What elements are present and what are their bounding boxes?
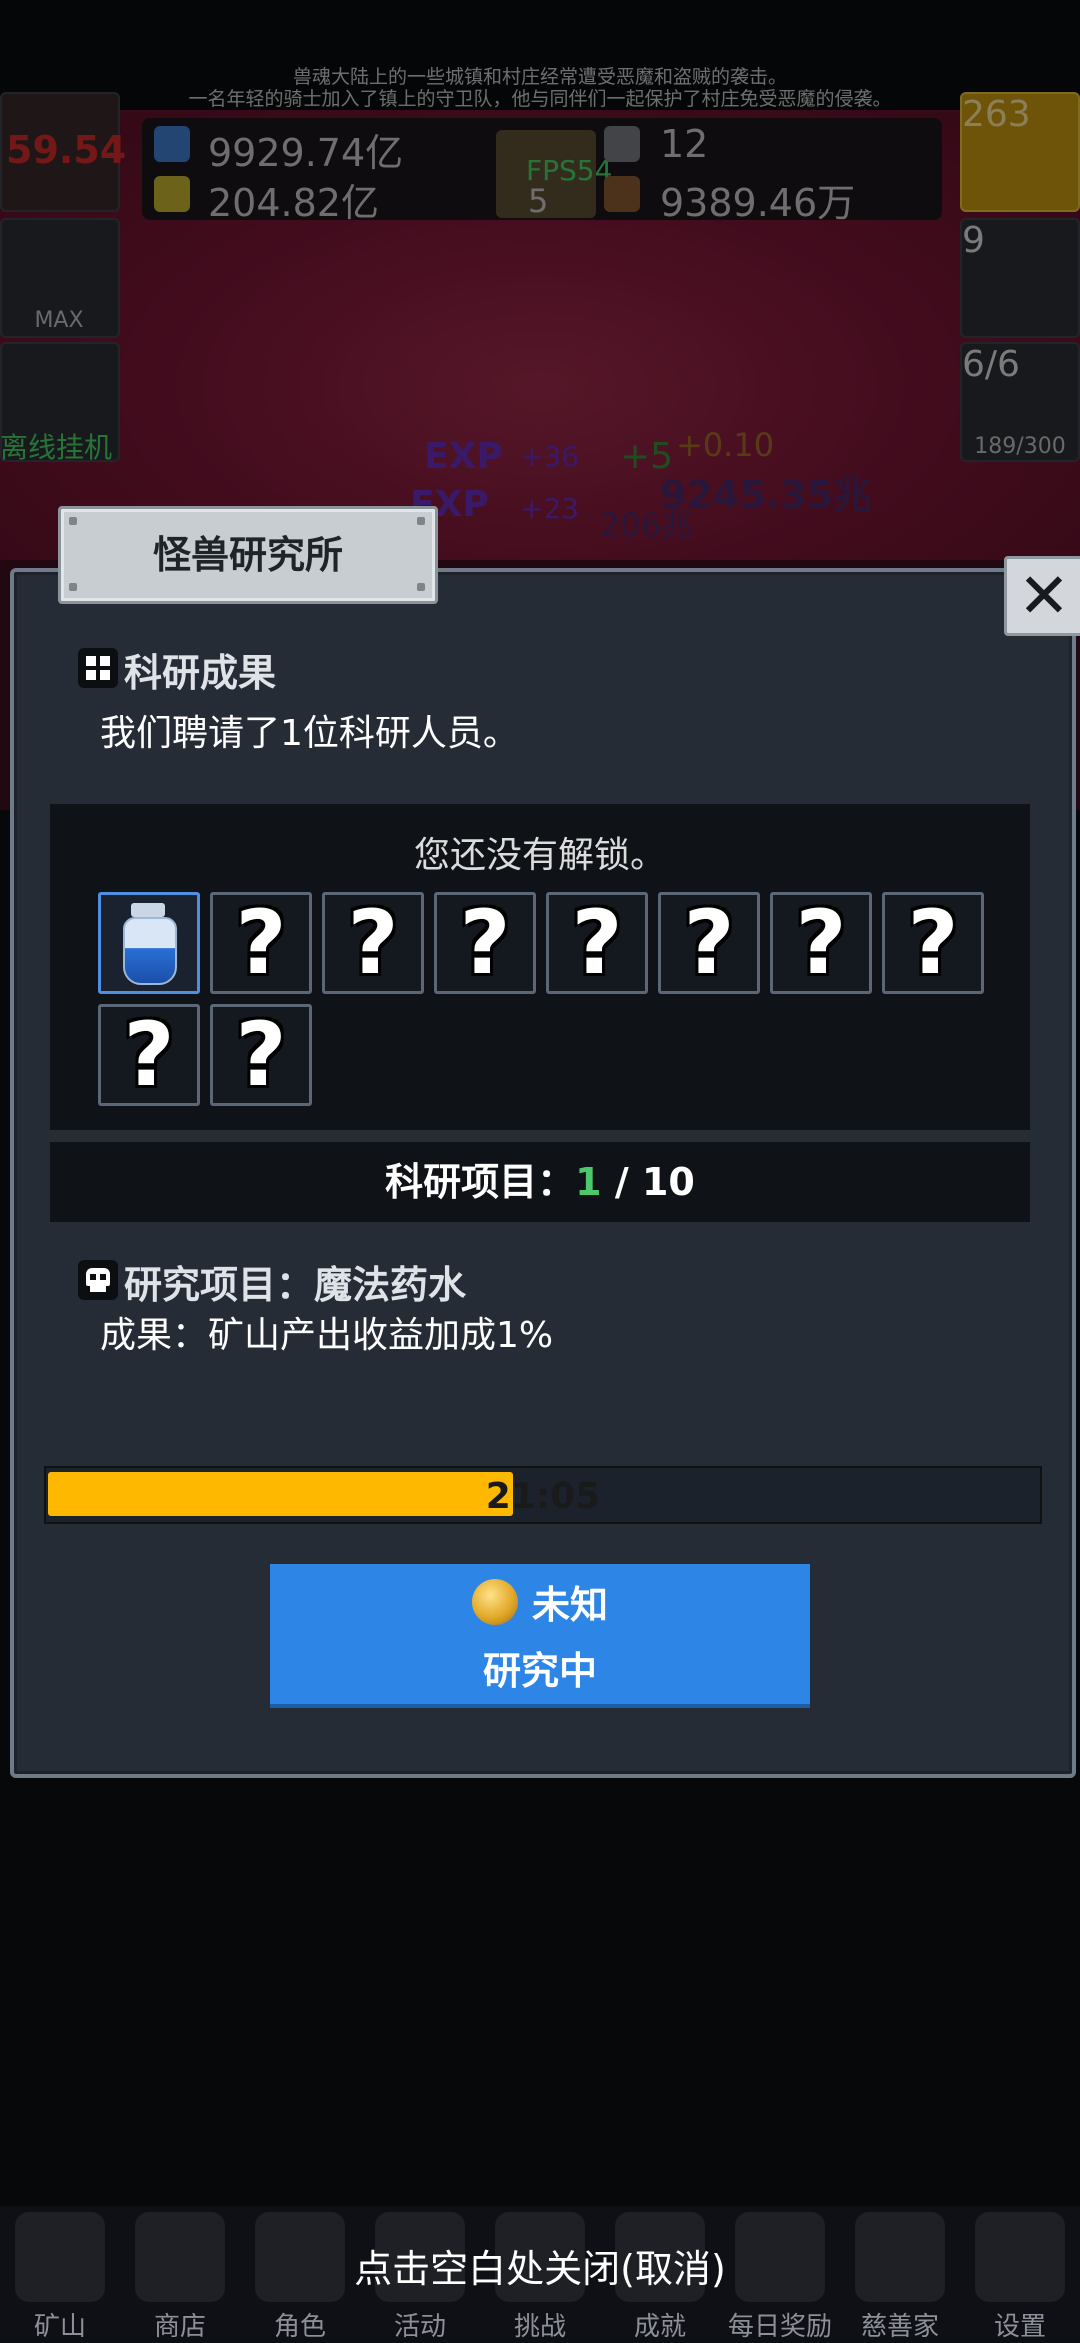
research-slot-8[interactable]: ? — [882, 892, 984, 994]
research-button[interactable]: 未知 研究中 — [270, 1564, 810, 1708]
cost-label: 未知 — [531, 1583, 608, 1627]
nav-label: 设置 — [993, 2312, 1046, 2342]
result-header: 科研成果 — [124, 651, 277, 695]
project-count-label: 科研项目： — [385, 1160, 576, 1204]
research-progress-bar: 21:05 — [44, 1466, 1042, 1524]
research-slot-9[interactable]: ? — [98, 1004, 200, 1106]
blue-potion-icon — [123, 917, 177, 985]
rivet — [417, 517, 425, 525]
question-mark-icon: ? — [347, 891, 399, 994]
research-slot-1[interactable] — [98, 892, 200, 994]
research-slot-3[interactable]: ? — [322, 892, 424, 994]
research-slot-2[interactable]: ? — [210, 892, 312, 994]
question-mark-icon: ? — [235, 891, 287, 994]
research-slot-6[interactable]: ? — [658, 892, 760, 994]
cost-row: 未知 — [270, 1574, 810, 1634]
research-slot-5[interactable]: ? — [546, 892, 648, 994]
nav-label: 挑战 — [513, 2312, 566, 2342]
skull-jaw — [90, 1286, 106, 1292]
skull-eye — [100, 1274, 106, 1280]
result-text: 我们聘请了1位科研人员。 — [100, 713, 519, 754]
nav-label: 活动 — [393, 2312, 446, 2342]
rivet — [417, 583, 425, 591]
potion-cork — [131, 903, 165, 917]
research-grid-panel: 您还没有解锁。 ? ? ? ? ? ? ? ? ? — [50, 804, 1030, 1130]
question-mark-icon: ? — [795, 891, 847, 994]
dialog-title: 怪兽研究所 — [152, 533, 343, 577]
grid-icon-cell — [100, 656, 110, 666]
question-mark-icon: ? — [683, 891, 735, 994]
nav-label: 每日奖励 — [727, 2312, 832, 2342]
question-mark-icon: ? — [571, 891, 623, 994]
grid-icon-cell — [100, 670, 110, 680]
research-slot-7[interactable]: ? — [770, 892, 872, 994]
nav-label: 角色 — [273, 2312, 326, 2342]
project-count-separator: / — [601, 1160, 642, 1204]
question-mark-icon: ? — [123, 1003, 175, 1106]
project-header: 研究项目：魔法药水 — [124, 1263, 467, 1307]
project-count: 科研项目：1 / 10 — [50, 1142, 1030, 1222]
research-button-label: 研究中 — [482, 1649, 597, 1693]
research-slot-10[interactable]: ? — [210, 1004, 312, 1106]
skull-icon — [78, 1260, 118, 1300]
research-timer: 21:05 — [485, 1476, 601, 1517]
coin-icon — [471, 1578, 518, 1625]
question-mark-icon: ? — [459, 891, 511, 994]
project-count-done: 1 — [575, 1160, 602, 1204]
nav-label: 成就 — [633, 2312, 686, 2342]
question-mark-icon: ? — [907, 891, 959, 994]
question-mark-icon: ? — [235, 1003, 287, 1106]
nav-label: 商店 — [153, 2312, 206, 2342]
close-button[interactable]: ✕ — [1004, 556, 1080, 636]
project-effect: 成果：矿山产出收益加成1% — [100, 1315, 554, 1356]
close-hint[interactable]: 点击空白处关闭(取消) — [0, 2238, 1080, 2293]
locked-status: 您还没有解锁。 — [413, 835, 666, 876]
rivet — [69, 583, 77, 591]
project-count-total: 10 — [641, 1160, 695, 1204]
close-icon: ✕ — [1018, 559, 1070, 632]
skull-eye — [90, 1274, 96, 1280]
grid-icon-cell — [86, 656, 96, 666]
nav-label: 慈善家 — [860, 2312, 939, 2342]
research-slot-4[interactable]: ? — [434, 892, 536, 994]
project-count-bar: 科研项目：1 / 10 — [50, 1142, 1030, 1222]
nav-label: 矿山 — [33, 2312, 86, 2342]
rivet — [69, 517, 77, 525]
grid-icon-cell — [86, 670, 96, 680]
dialog-title-tab: 怪兽研究所 — [58, 506, 438, 604]
grid-icon — [78, 648, 118, 688]
